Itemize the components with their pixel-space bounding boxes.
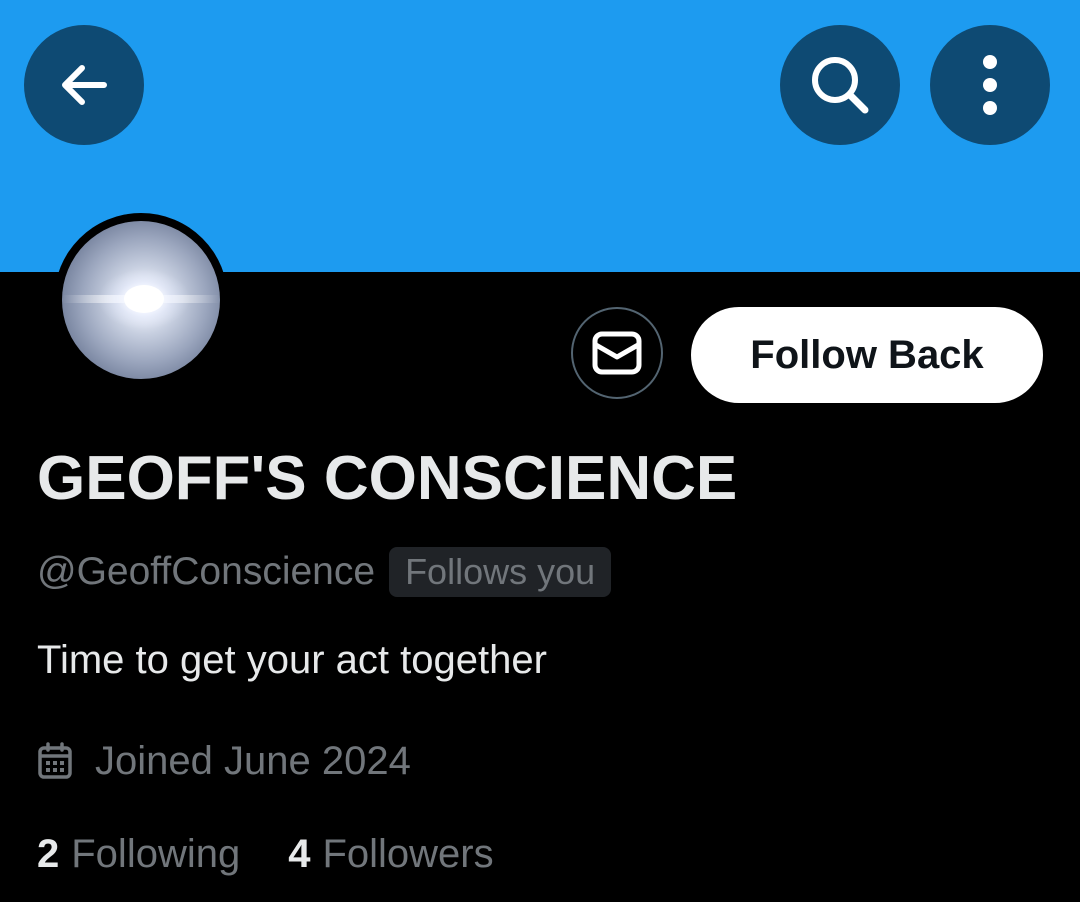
followers-link[interactable]: 4 Followers xyxy=(288,832,493,877)
user-handle: @GeoffConscience xyxy=(37,550,376,593)
handle-row: @GeoffConscience Follows you xyxy=(37,546,612,598)
profile-bio: Time to get your act together xyxy=(37,638,547,682)
profile-page: Follow Back GEOFF'S CONSCIENCE @GeoffCon… xyxy=(0,0,1080,902)
envelope-icon xyxy=(592,331,642,375)
arrow-left-icon xyxy=(62,65,107,105)
joined-date: Joined June 2024 xyxy=(95,738,411,783)
follow-stats: 2 Following 4 Followers xyxy=(37,826,494,882)
joined-date-row: Joined June 2024 xyxy=(37,733,411,789)
following-link[interactable]: 2 Following xyxy=(37,832,240,877)
followers-count: 4 xyxy=(288,831,311,876)
search-icon xyxy=(812,57,869,114)
follows-you-badge: Follows you xyxy=(389,547,612,597)
back-button[interactable] xyxy=(24,25,144,145)
search-button[interactable] xyxy=(780,25,900,145)
more-vertical-icon xyxy=(983,55,997,115)
display-name: GEOFF'S CONSCIENCE xyxy=(37,444,738,513)
more-options-button[interactable] xyxy=(930,25,1050,145)
message-button[interactable] xyxy=(571,307,663,399)
follow-back-button[interactable]: Follow Back xyxy=(691,307,1043,403)
avatar[interactable] xyxy=(62,221,220,379)
following-label: Following xyxy=(71,831,241,876)
lens-flare-avatar xyxy=(62,269,220,329)
followers-label: Followers xyxy=(322,831,494,876)
following-count: 2 xyxy=(37,831,60,876)
calendar-icon xyxy=(38,742,72,779)
